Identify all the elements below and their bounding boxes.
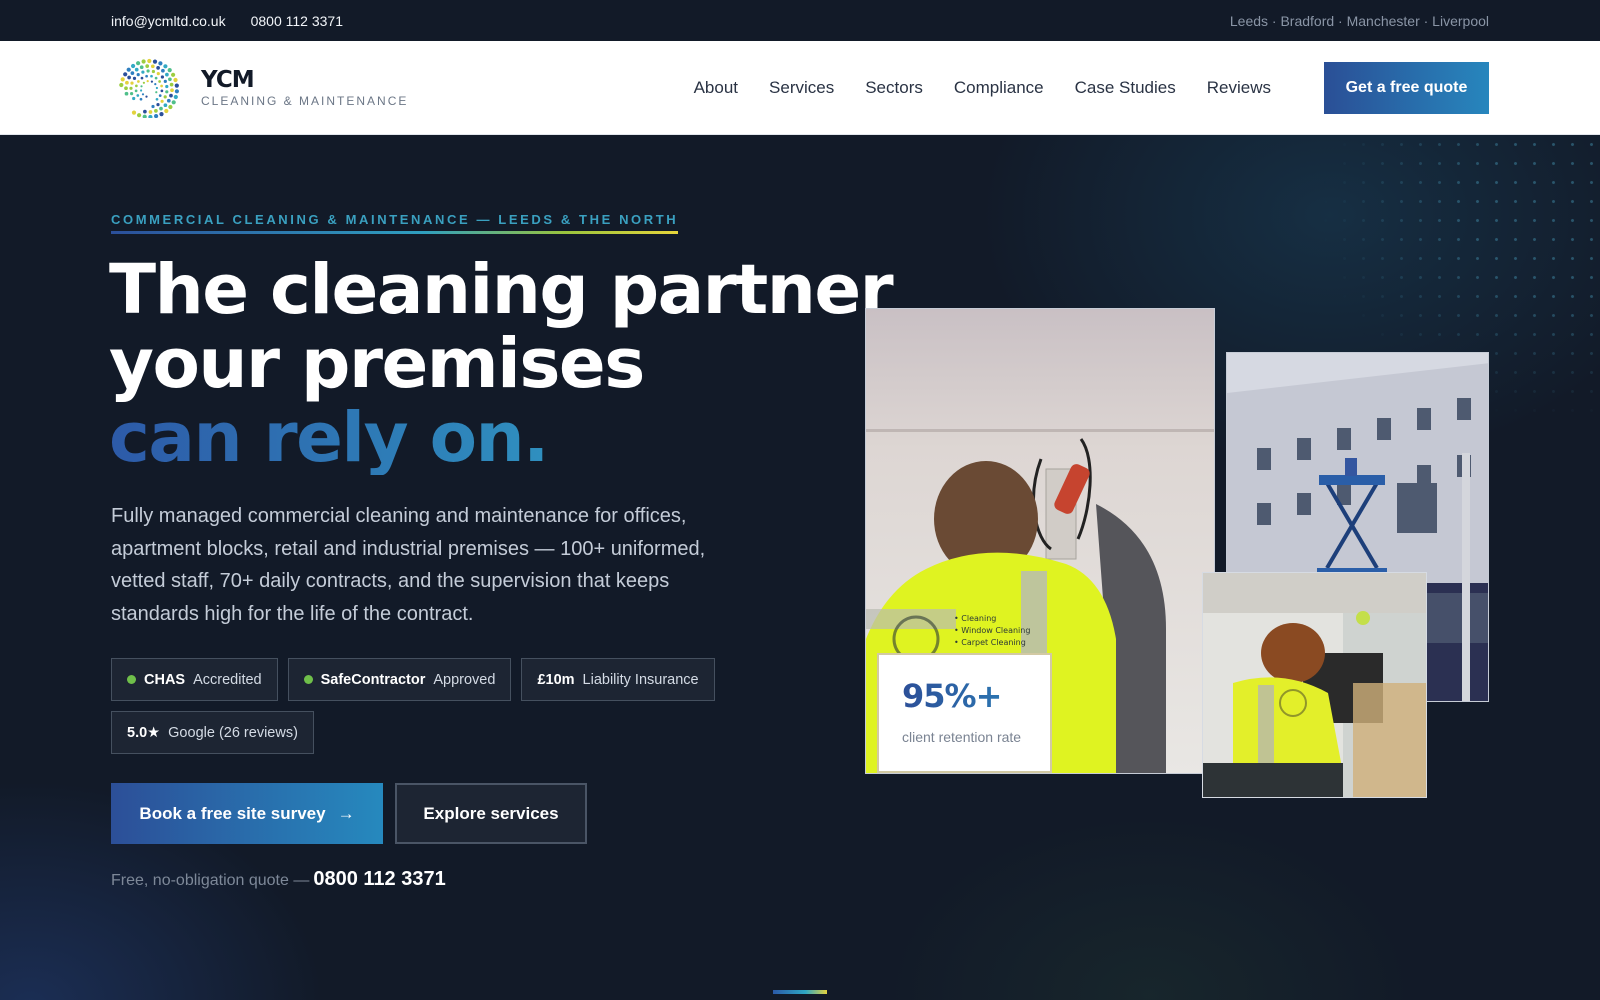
book-site-survey-button[interactable]: Book a free site survey → [111, 783, 383, 844]
badge-strong: SafeContractor [320, 671, 426, 688]
quote-phone-link[interactable]: 0800 112 3371 [313, 868, 445, 891]
badge-text: Liability Insurance [582, 671, 699, 688]
hero-eyebrow: COMMERCIAL CLEANING & MAINTENANCE — LEED… [111, 212, 679, 234]
book-site-survey-label: Book a free site survey [139, 803, 326, 823]
worker-photo-illustration [1203, 573, 1426, 797]
svg-text:• Cleaning: • Cleaning [954, 614, 996, 623]
hero-cta-row: Book a free site survey → Explore servic… [111, 783, 587, 844]
nav-link-services[interactable]: Services [769, 78, 834, 98]
topbar-email-link[interactable]: info@ycmltd.co.uk [111, 13, 226, 29]
svg-text:• Carpet Cleaning: • Carpet Cleaning [954, 638, 1026, 647]
badge-google-reviews[interactable]: 5.0★ Google (26 reviews) [111, 711, 314, 754]
scroll-indicator [773, 990, 827, 994]
hero-description: Fully managed commercial cleaning and ma… [111, 505, 706, 625]
hero-eyebrow-text: COMMERCIAL CLEANING & MAINTENANCE — LEED… [111, 212, 679, 227]
hero-headline: The cleaning partner your premises can r… [109, 250, 894, 475]
stat-value: 95%+ [902, 677, 1050, 715]
arrow-right-icon: → [337, 803, 355, 823]
status-dot-icon [303, 675, 313, 684]
nav-link-sectors[interactable]: Sectors [865, 78, 923, 98]
topbar-phone-link[interactable]: 0800 112 3371 [251, 13, 343, 29]
top-utility-bar: info@ycmltd.co.uk 0800 112 3371 Leeds · … [0, 0, 1600, 41]
retention-stat-card: 95%+ client retention rate [877, 653, 1052, 773]
nav-link-case-studies[interactable]: Case Studies [1075, 78, 1176, 98]
headline-accent: can rely on. [109, 401, 829, 475]
headline-line-1: The cleaning partner [109, 250, 894, 330]
badge-chas: CHAS Accredited [111, 658, 278, 701]
badge-safecontractor: SafeContractor Approved [287, 658, 512, 701]
headline-line-2: your premises [109, 324, 645, 404]
badge-strong: £10m [537, 671, 575, 688]
spiral-dots-logo-icon [119, 58, 179, 118]
stat-label: client retention rate [902, 729, 1022, 745]
badge-text: Accredited [193, 671, 262, 688]
brand-tagline: CLEANING & MAINTENANCE [201, 93, 409, 108]
photo-worker-cleaning [1202, 572, 1427, 798]
badge-strong: CHAS [144, 671, 186, 688]
get-quote-button[interactable]: Get a free quote [1324, 61, 1489, 114]
nav-link-about[interactable]: About [694, 78, 738, 98]
accreditation-badges: CHAS Accredited SafeContractor Approved … [111, 658, 751, 754]
badge-liability-insurance: £10m Liability Insurance [521, 658, 715, 701]
site-header: YCM CLEANING & MAINTENANCE About Service… [0, 41, 1600, 135]
brand-text: YCM CLEANING & MAINTENANCE [201, 68, 408, 108]
badge-text: Google (26 reviews) [168, 724, 298, 741]
quote-note: Free, no-obligation quote — 0800 112 337… [111, 868, 446, 891]
eyebrow-gradient-underline [111, 231, 679, 234]
svg-text:• Window Cleaning: • Window Cleaning [954, 626, 1030, 635]
topbar-contacts: info@ycmltd.co.uk 0800 112 3371 [111, 13, 343, 29]
nav-link-reviews[interactable]: Reviews [1207, 78, 1271, 98]
badge-text: Approved [433, 671, 496, 688]
brand-logo-link[interactable]: YCM CLEANING & MAINTENANCE [111, 58, 408, 118]
quote-note-text: Free, no-obligation quote — [111, 872, 310, 889]
badge-strong: 5.0★ [127, 724, 161, 741]
nav-link-compliance[interactable]: Compliance [954, 78, 1044, 98]
hero-section: COMMERCIAL CLEANING & MAINTENANCE — LEED… [0, 135, 1600, 1000]
topbar-locations: Leeds · Bradford · Manchester · Liverpoo… [1229, 12, 1489, 29]
brand-name: YCM [201, 66, 255, 93]
main-nav: About Services Sectors Compliance Case S… [694, 78, 1271, 98]
explore-services-button[interactable]: Explore services [395, 783, 587, 844]
status-dot-icon [127, 675, 136, 684]
